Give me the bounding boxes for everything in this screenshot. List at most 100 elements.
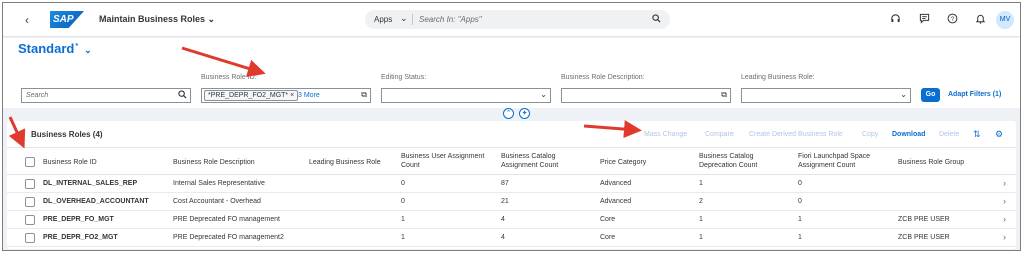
avatar[interactable]: MV (996, 11, 1014, 29)
table-row[interactable]: PRE_DEPR_FO2_MGT PRE Deprecated FO manag… (7, 229, 1016, 247)
chevron-down-icon[interactable]: ⌄ (400, 13, 408, 24)
search-icon[interactable] (652, 14, 661, 25)
row-checkbox[interactable] (25, 215, 35, 225)
variant-management[interactable]: Standard* ⌄ (18, 41, 92, 56)
search-scope-select[interactable]: Apps (374, 15, 392, 24)
create-derived-role-button[interactable]: Create Derived Business Role (749, 131, 843, 138)
column-header[interactable]: Business Role Description (173, 158, 255, 167)
cell-users: 1 (401, 216, 405, 223)
column-header[interactable]: Business Catalog Assignment Count (501, 152, 581, 170)
value-help-icon[interactable]: ⧉ (361, 90, 367, 100)
table-row[interactable]: DL_OVERHEAD_ACCOUNTANT Cost Accountant -… (7, 193, 1016, 211)
leading-role-label: Leading Business Role: (741, 74, 815, 81)
compare-button[interactable]: Compare (705, 131, 734, 138)
go-button[interactable]: Go (921, 88, 940, 102)
business-role-id-field[interactable]: *PRE_DEPR_FO2_MGT* × 3 More ⧉ (201, 88, 371, 103)
column-header[interactable]: Fiori Launchpad Space Assignment Count (798, 152, 898, 170)
headset-icon[interactable] (890, 13, 901, 27)
help-icon[interactable]: ? (947, 13, 958, 27)
search-input[interactable]: Search In: "Apps" (419, 15, 482, 24)
sort-icon[interactable]: ⇅ (973, 129, 981, 140)
collapse-header-icon[interactable]: ⌃ (503, 108, 514, 119)
more-tokens-link[interactable]: 3 More (298, 92, 320, 99)
business-roles-table: Business Roles (4) Mass Change Compare C… (7, 121, 1016, 249)
column-header[interactable]: Business Role Group (898, 158, 964, 167)
cell-deprecation: 1 (699, 216, 703, 223)
chevron-down-icon: ⌄ (207, 14, 216, 24)
variant-modified-marker: * (75, 42, 79, 50)
copy-button[interactable]: Copy (862, 131, 878, 138)
search-field[interactable]: Search (21, 88, 191, 103)
download-button[interactable]: Download (892, 131, 925, 138)
filter-token[interactable]: *PRE_DEPR_FO2_MGT* × (204, 90, 299, 101)
leading-role-select[interactable]: ⌄ (741, 88, 911, 103)
chevron-down-icon[interactable]: ⌄ (84, 45, 92, 55)
adapt-filters-button[interactable]: Adapt Filters (1) (948, 91, 1001, 98)
editing-status-label: Editing Status: (381, 74, 427, 81)
mass-change-button[interactable]: Mass Change (644, 131, 687, 138)
editing-status-select[interactable]: ⌄ (381, 88, 551, 103)
cell-price: Core (600, 216, 616, 223)
token-text: *PRE_DEPR_FO2_MGT* (208, 92, 289, 99)
cell-catalogs: 4 (501, 216, 505, 223)
select-all-checkbox[interactable] (25, 157, 35, 167)
cell-users: 0 (401, 180, 405, 187)
column-header[interactable]: Price Category (600, 158, 646, 167)
cell-spaces: 0 (798, 198, 802, 205)
table-header-row: Business Role ID Business Role Descripti… (7, 147, 1016, 175)
app-window: ‹ SAP Maintain Business Roles ⌄ Apps ⌄ S… (2, 2, 1021, 251)
cell-price: Advanced (600, 180, 632, 187)
gear-icon[interactable]: ⚙ (995, 129, 1003, 140)
description-label: Business Role Description: (561, 74, 645, 81)
cell-users: 0 (401, 198, 405, 205)
chevron-down-icon[interactable]: ⌄ (540, 90, 547, 99)
cell-description: Cost Accountant - Overhead (173, 198, 261, 205)
variant-name: Standard (18, 41, 75, 56)
chevron-right-icon[interactable]: › (1003, 232, 1006, 242)
cell-deprecation: 1 (699, 180, 703, 187)
app-title-menu[interactable]: Maintain Business Roles ⌄ (99, 14, 215, 25)
dynamic-page-header: Standard* ⌄ Search Business Role ID: *PRE… (3, 38, 1020, 108)
chevron-right-icon[interactable]: › (1003, 214, 1006, 224)
cell-spaces: 1 (798, 234, 802, 241)
column-header[interactable]: Business Role ID (43, 158, 97, 167)
table-row[interactable]: PRE_DEPR_FO_MGT PRE Deprecated FO manage… (7, 211, 1016, 229)
back-icon[interactable]: ‹ (25, 13, 29, 27)
cell-group: ZCB PRE USER (898, 216, 950, 223)
cell-group: ZCB PRE USER (898, 234, 950, 241)
cell-users: 1 (401, 234, 405, 241)
cell-deprecation: 1 (699, 234, 703, 241)
row-checkbox[interactable] (25, 179, 35, 189)
cell-role-id: PRE_DEPR_FO_MGT (43, 216, 114, 223)
app-title: Maintain Business Roles (99, 14, 206, 24)
cell-description: PRE Deprecated FO management (173, 216, 280, 223)
pin-header-icon[interactable]: ✦ (519, 108, 530, 119)
column-header[interactable]: Business Catalog Deprecation Count (699, 152, 787, 170)
sap-logo[interactable]: SAP (50, 11, 84, 28)
cell-catalogs: 21 (501, 198, 509, 205)
close-icon[interactable]: × (290, 92, 294, 99)
cell-price: Advanced (600, 198, 632, 205)
column-header[interactable]: Leading Business Role (309, 158, 381, 167)
cell-description: Internal Sales Representative (173, 180, 265, 187)
search-icon[interactable] (178, 90, 187, 101)
chevron-right-icon[interactable]: › (1003, 196, 1006, 206)
row-checkbox[interactable] (25, 197, 35, 207)
chevron-right-icon[interactable]: › (1003, 178, 1006, 188)
delete-button[interactable]: Delete (939, 131, 959, 138)
row-checkbox[interactable] (25, 233, 35, 243)
svg-text:?: ? (951, 16, 955, 23)
description-field[interactable]: ⧉ (561, 88, 731, 103)
column-header[interactable]: Business User Assignment Count (401, 152, 496, 170)
shell-search[interactable]: Apps ⌄ Search In: "Apps" (365, 10, 670, 29)
table-row[interactable]: DL_INTERNAL_SALES_REP Internal Sales Rep… (7, 175, 1016, 193)
search-placeholder: Search (26, 92, 49, 99)
bell-icon[interactable] (975, 13, 986, 27)
value-help-icon[interactable]: ⧉ (721, 90, 727, 100)
cell-role-id: DL_OVERHEAD_ACCOUNTANT (43, 198, 149, 205)
search-divider (412, 14, 413, 25)
cell-spaces: 1 (798, 216, 802, 223)
chevron-down-icon[interactable]: ⌄ (900, 90, 907, 99)
logo-text: SAP (53, 14, 74, 25)
feedback-icon[interactable] (919, 13, 930, 27)
